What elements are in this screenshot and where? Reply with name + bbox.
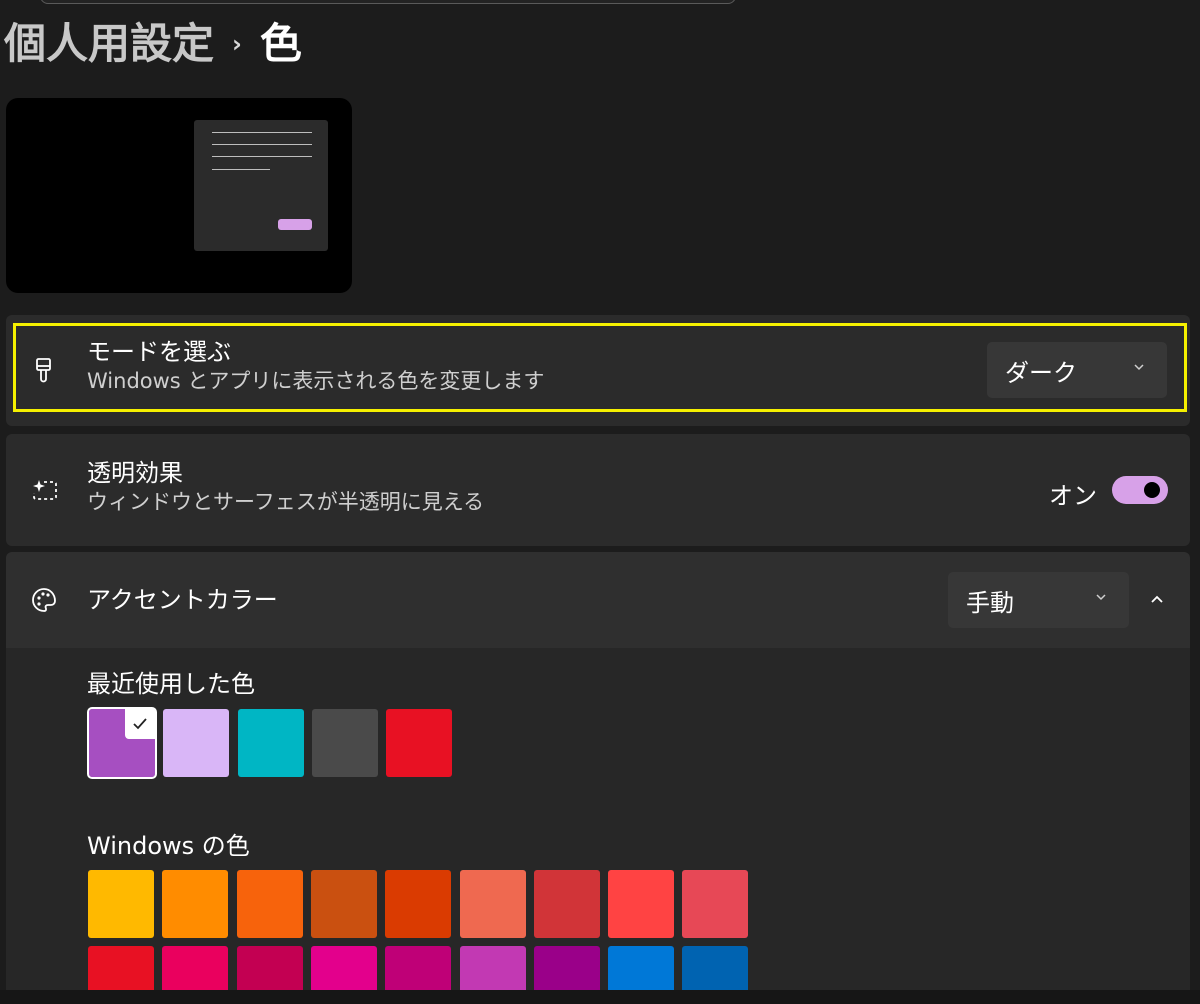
accent-color-card: アクセントカラー 手動 [6,552,1190,648]
windows-color-swatch[interactable] [608,870,675,938]
windows-color-swatch[interactable] [310,870,377,938]
chevron-up-icon [1151,595,1163,603]
preview-text-line [212,169,270,170]
windows-color-swatch[interactable] [533,870,600,938]
theme-preview [6,98,352,293]
windows-colors-label: Windows の色 [87,832,250,860]
recent-color-swatch[interactable] [386,709,453,777]
transparency-toggle[interactable] [1112,476,1168,504]
page-title: 色 [259,19,302,68]
transparency-setting-title: 透明効果 [87,459,183,487]
preview-text-line [212,144,312,145]
transparency-sparkle-icon [30,476,58,504]
settings-page: 個人用設定 › 色 モードを選ぶ Windows とアプリに表示される色を変更し… [0,0,1200,1004]
collapse-button[interactable] [1142,585,1172,615]
preview-text-line [212,156,312,157]
preview-accent-button [278,219,312,230]
bottom-edge [0,990,1200,1004]
recent-color-swatch[interactable] [163,709,230,777]
recent-color-swatch[interactable] [311,709,378,777]
breadcrumb-separator-icon: › [232,30,242,58]
windows-color-swatch[interactable] [385,870,452,938]
windows-color-swatch[interactable] [682,870,749,938]
recent-color-swatch[interactable] [87,707,157,779]
accent-dropdown-value: 手動 [966,588,1014,617]
chevron-down-icon [1096,594,1106,601]
highlight-box [13,323,1187,412]
preview-window [194,120,328,251]
palette-icon [30,586,58,614]
recent-color-swatch[interactable] [237,709,304,777]
windows-color-swatch[interactable] [236,870,303,938]
checkmark-icon [125,709,155,739]
breadcrumb-parent-personalization[interactable]: 個人用設定 [4,23,214,65]
windows-color-swatch[interactable] [162,870,229,938]
accent-setting-title: アクセントカラー [87,586,278,614]
breadcrumb: 個人用設定 › 色 [4,16,302,72]
windows-color-swatch[interactable] [459,870,526,938]
search-box-edge[interactable] [40,0,736,4]
transparency-setting-description: ウィンドウとサーフェスが半透明に見える [87,490,485,514]
accent-color-dropdown[interactable]: 手動 [948,572,1129,628]
transparency-toggle-label: オン [1049,482,1097,510]
transparency-setting-card: 透明効果 ウィンドウとサーフェスが半透明に見える オン [6,434,1190,546]
toggle-knob [1144,482,1160,498]
windows-color-swatch[interactable] [88,870,154,938]
recent-colors-label: 最近使用した色 [87,670,255,698]
preview-text-line [212,132,312,133]
